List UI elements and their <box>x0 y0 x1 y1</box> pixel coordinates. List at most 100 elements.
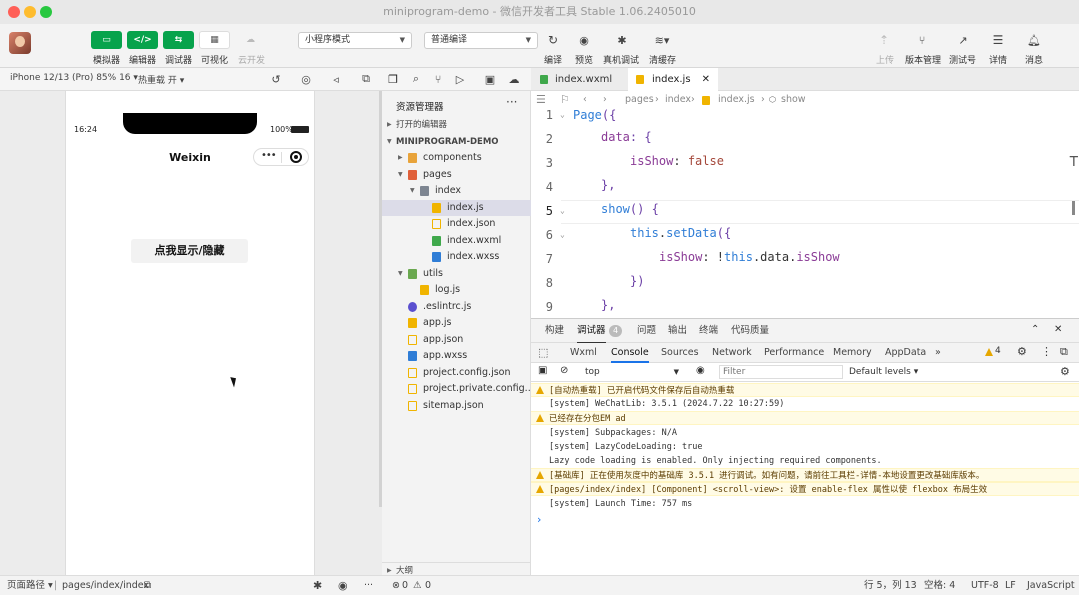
tab-memory[interactable]: Memory <box>833 343 872 363</box>
window-detach-icon[interactable]: ⧉ <box>360 72 372 86</box>
code-editor[interactable]: 1 ⌄ 2 3 4 5 ⌄ 6 ⌄ 7 8 9 Page({ data: { isShow: fals… <box>531 108 1079 318</box>
tab-problems[interactable]: 问题 <box>637 319 656 343</box>
simulator-toggle-button[interactable]: ▭ <box>91 31 122 49</box>
tab-network[interactable]: Network <box>712 343 752 363</box>
close-tab-icon[interactable]: ✕ <box>702 68 710 91</box>
inspect-element-icon[interactable]: ⬚ <box>538 346 548 359</box>
tree-item[interactable]: app.wxss <box>382 348 531 364</box>
open-editors-section[interactable]: ▶ 打开的编辑器 <box>382 117 531 133</box>
hot-reload-select[interactable]: 热重载 开 ▾ <box>138 73 184 86</box>
clear-console-icon[interactable]: ⊘ <box>560 365 568 376</box>
tab-appdata[interactable]: AppData <box>885 343 926 363</box>
project-section[interactable]: ▼ MINIPROGRAM-DEMO <box>382 134 531 150</box>
source-control-icon[interactable]: ⑂ <box>432 72 444 86</box>
encoding[interactable]: UTF-8 <box>971 576 999 595</box>
fold-chevron-icon[interactable]: ⌄ <box>560 206 565 215</box>
console-filter-input[interactable] <box>719 365 843 379</box>
bookmark-icon[interactable]: ⚐ <box>560 91 570 109</box>
debug-icon[interactable]: ▷ <box>454 72 466 86</box>
cloud-dev-button[interactable]: ☁ <box>235 31 266 49</box>
tab-performance[interactable]: Performance <box>764 343 824 363</box>
debugger-toggle-button[interactable]: ⇆ <box>163 31 194 49</box>
device-select[interactable]: iPhone 12/13 (Pro) 85% 16 ▾ <box>10 73 138 83</box>
rotate-icon[interactable]: ↺ <box>270 72 282 86</box>
warning-count[interactable]: 0 <box>425 576 431 595</box>
close-panel-icon[interactable]: ✕ <box>1054 324 1062 335</box>
line-ending[interactable]: LF <box>1005 576 1016 595</box>
clear-cache-layers-icon[interactable]: ≋▾ <box>651 32 673 48</box>
tab-console[interactable]: Console <box>611 343 649 363</box>
tree-item[interactable]: ▼ pages <box>382 167 531 183</box>
remote-debug-bug-icon[interactable]: ✱ <box>614 32 630 48</box>
tab-wxml[interactable]: Wxml <box>570 343 597 363</box>
search-icon[interactable]: ⌕ <box>410 72 422 86</box>
tab-debugger[interactable]: 调试器 <box>577 319 606 343</box>
extensions-icon[interactable]: ▣ <box>484 72 496 86</box>
fold-chevron-icon[interactable]: ⌄ <box>560 110 565 119</box>
files-icon[interactable]: ❐ <box>387 72 399 86</box>
forward-arrow-icon[interactable]: › <box>603 91 607 109</box>
more-dots-icon[interactable]: ••• <box>261 150 277 161</box>
minimap-slider[interactable] <box>1072 201 1075 215</box>
tree-item[interactable]: app.js <box>382 315 531 331</box>
more-tabs-icon[interactable]: » <box>935 343 941 363</box>
copy-icon[interactable]: ⧉ <box>144 576 151 595</box>
bell-icon[interactable]: 🔔︎ <box>1026 32 1042 48</box>
language-mode[interactable]: JavaScript <box>1027 576 1075 595</box>
tab-terminal[interactable]: 终端 <box>699 319 718 343</box>
dock-icon[interactable]: ⧉ <box>1060 345 1068 359</box>
version-control-icon[interactable]: ⑂ <box>914 32 930 48</box>
chevron-up-icon[interactable]: ⌃ <box>1031 324 1039 335</box>
tree-item[interactable]: ▼ utils <box>382 266 531 282</box>
compile-refresh-icon[interactable]: ↻ <box>545 32 561 48</box>
tree-item[interactable]: ▼ index <box>382 183 531 199</box>
tree-item[interactable]: log.js <box>382 282 531 298</box>
preview-eye-icon[interactable]: ◉ <box>576 32 592 48</box>
tab-build[interactable]: 构建 <box>545 319 564 343</box>
tab-index-wxml[interactable]: index.wxml <box>531 68 628 91</box>
list-icon[interactable]: ☰ <box>536 91 546 109</box>
editor-toggle-button[interactable]: </> <box>127 31 158 49</box>
gear-icon[interactable]: ⚙ <box>1017 345 1027 358</box>
tree-item[interactable]: index.json <box>382 216 531 232</box>
preview-eye-icon[interactable]: ◉ <box>338 576 348 595</box>
visual-toggle-button[interactable]: ▦ <box>199 31 230 49</box>
tab-sources[interactable]: Sources <box>661 343 699 363</box>
maximize-window-button[interactable] <box>40 6 52 18</box>
fold-chevron-icon[interactable]: ⌄ <box>560 230 565 239</box>
breadcrumb-index[interactable]: index <box>665 91 691 109</box>
tree-item[interactable]: index.wxml <box>382 233 531 249</box>
volume-icon[interactable]: ◃ <box>330 72 342 86</box>
details-menu-icon[interactable]: ☰ <box>990 32 1006 48</box>
cloud-ext-icon[interactable]: ☁ <box>508 72 520 86</box>
test-account-icon[interactable]: ↗ <box>955 32 971 48</box>
tab-code-quality[interactable]: 代码质量 <box>731 319 769 343</box>
tab-index-js[interactable]: index.js ✕ <box>628 68 718 91</box>
kebab-menu-icon[interactable]: ⋮ <box>1041 345 1052 358</box>
tree-item[interactable]: project.config.json <box>382 365 531 381</box>
tree-item[interactable]: ▶ components <box>382 150 531 166</box>
minimize-window-button[interactable] <box>24 6 36 18</box>
sidebar-toggle-icon[interactable]: ▣ <box>538 365 547 376</box>
breadcrumb-file[interactable]: index.js <box>718 91 755 109</box>
page-path-label[interactable]: 页面路径 ▾ <box>7 576 53 595</box>
upload-icon[interactable]: ⇡ <box>876 32 892 48</box>
tree-item[interactable]: sitemap.json <box>382 398 531 414</box>
gear-icon[interactable]: ⚙ <box>1060 365 1070 378</box>
context-select[interactable]: top ▼ <box>581 365 683 379</box>
close-miniprogram-icon[interactable] <box>290 151 302 163</box>
indentation[interactable]: 空格: 4 <box>924 576 955 595</box>
record-icon[interactable]: ◎ <box>300 72 312 86</box>
breadcrumb-pages[interactable]: pages <box>625 91 654 109</box>
user-avatar[interactable] <box>9 32 31 54</box>
tab-output[interactable]: 输出 <box>668 319 687 343</box>
more-actions-icon[interactable]: ··· <box>364 576 373 595</box>
tree-item[interactable]: project.private.config... <box>382 381 534 397</box>
error-count[interactable]: 0 <box>402 576 408 595</box>
back-arrow-icon[interactable]: ‹ <box>583 91 587 109</box>
tree-item[interactable]: app.json <box>382 332 531 348</box>
tree-item[interactable]: index.wxss <box>382 249 531 265</box>
close-window-button[interactable] <box>8 6 20 18</box>
breadcrumb-symbol[interactable]: show <box>781 91 806 109</box>
compile-mode-select[interactable]: 普通编译 ▼ <box>424 32 538 49</box>
